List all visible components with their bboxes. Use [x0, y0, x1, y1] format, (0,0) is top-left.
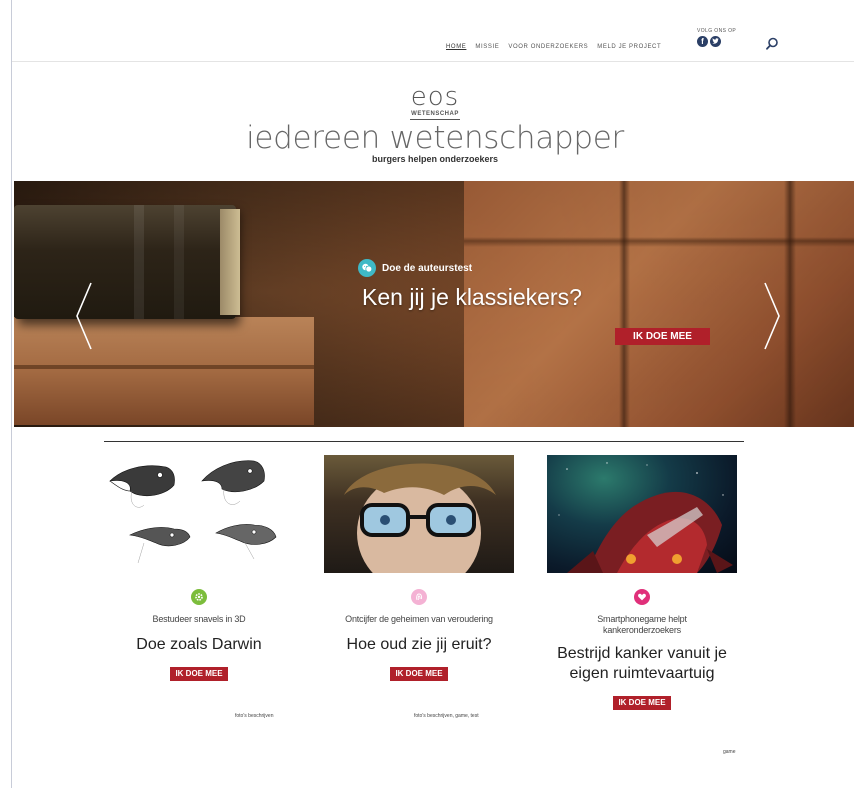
logo-brand-sub: WETENSCHAP	[411, 111, 459, 117]
fingerprint-icon	[411, 589, 427, 605]
twitter-icon[interactable]	[710, 36, 721, 47]
main-nav: HOME MISSIE VOOR ONDERZOEKERS MELD JE PR…	[446, 44, 661, 50]
card-cta-button[interactable]: IK DOE MEE	[390, 667, 448, 681]
page-left-border	[11, 0, 12, 788]
card-cta-button[interactable]: IK DOE MEE	[170, 667, 228, 681]
gear-icon	[191, 589, 207, 605]
card-credit: foto's beschrijven	[235, 713, 274, 719]
hero-book-top	[14, 205, 240, 319]
hero-kicker: Doe de auteurstest	[358, 259, 472, 277]
project-card-darwin: Bestudeer snavels in 3D Doe zoals Darwin…	[104, 455, 294, 719]
card-title[interactable]: Hoe oud zie jij eruit?	[324, 635, 514, 655]
nav-missie[interactable]: MISSIE	[475, 44, 499, 50]
face-with-glasses-photo[interactable]	[324, 455, 514, 573]
carousel-next-arrow-icon[interactable]	[762, 281, 782, 351]
finches-illustration[interactable]	[104, 455, 294, 573]
card-description: Ontcijfer de geheimen van veroudering	[345, 614, 493, 624]
social-label: VOLG ONS OP	[697, 28, 737, 34]
logo-brand: eos	[410, 82, 460, 112]
hero-title: Ken jij je klassiekers?	[362, 284, 582, 310]
card-description: Smartphonegame helpt kankeronderzoekers	[597, 614, 687, 635]
card-cta-button[interactable]: IK DOE MEE	[613, 696, 671, 710]
hero-kicker-text: Doe de auteurstest	[382, 262, 473, 274]
hero-cta-button[interactable]: IK DOE MEE	[615, 328, 710, 345]
nav-voor-onderzoekers[interactable]: VOOR ONDERZOEKERS	[508, 44, 588, 50]
nav-meld-je-project[interactable]: MELD JE PROJECT	[597, 44, 661, 50]
project-card-kanker: Smartphonegame helpt kankeronderzoekers …	[547, 455, 737, 755]
facebook-icon[interactable]: f	[697, 36, 708, 47]
section-divider	[104, 441, 744, 442]
hero-book-bottom	[14, 317, 314, 425]
hero-carousel: Doe de auteurstest Ken jij je klassieker…	[14, 181, 854, 427]
card-credit: game	[723, 749, 736, 755]
nav-home[interactable]: HOME	[446, 44, 466, 50]
card-title[interactable]: Bestrijd kanker vanuit je eigen ruimteva…	[547, 644, 737, 684]
project-card-veroudering: Ontcijfer de geheimen van veroudering Ho…	[324, 455, 514, 719]
social-follow: VOLG ONS OP f	[697, 28, 747, 47]
card-credit: foto's beschrijven, game, test	[414, 713, 479, 719]
carousel-prev-arrow-icon[interactable]	[74, 281, 94, 351]
theater-masks-icon	[358, 259, 376, 277]
site-logo[interactable]: eos WETENSCHAP iedereen wetenschapper bu…	[240, 84, 630, 164]
card-description: Bestudeer snavels in 3D	[152, 614, 246, 624]
card-title[interactable]: Doe zoals Darwin	[104, 635, 294, 655]
search-icon[interactable]	[764, 36, 780, 52]
spaceship-game-image[interactable]	[547, 455, 737, 573]
logo-title: iedereen wetenschapper	[246, 120, 624, 156]
heart-icon	[634, 589, 650, 605]
